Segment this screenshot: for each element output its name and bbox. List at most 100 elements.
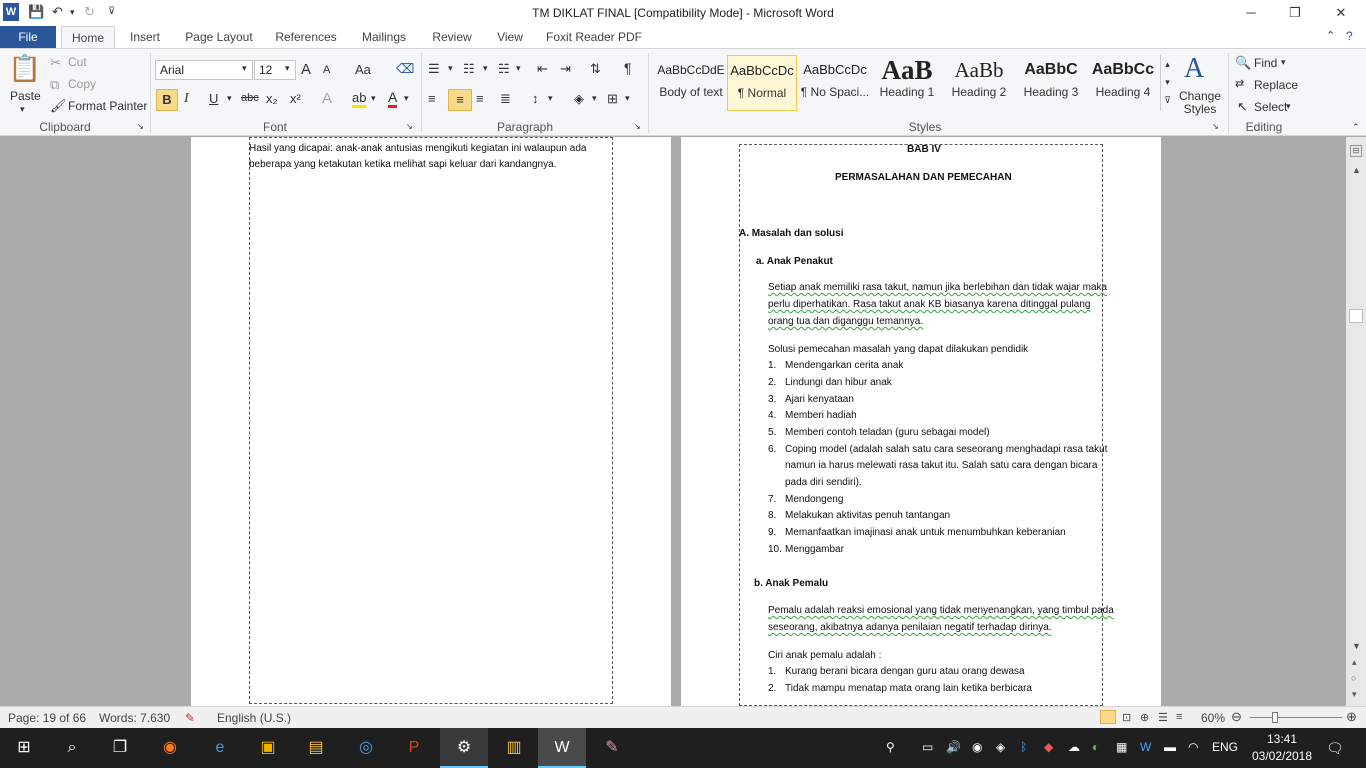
font-size-dropdown-icon[interactable]: ▾ [285, 63, 290, 74]
font-launcher-icon[interactable]: ↘ [406, 122, 413, 131]
file-explorer-icon[interactable]: ▤ [292, 728, 340, 768]
close-button[interactable]: ✕ [1318, 0, 1364, 26]
control-panel-icon[interactable]: ⚙ [440, 728, 488, 768]
collapse-ribbon-arrow-icon[interactable]: ⌃ [1352, 122, 1360, 133]
align-right-icon[interactable]: ≡ [476, 91, 484, 106]
superscript-button[interactable]: x² [290, 91, 301, 106]
tab-mailings[interactable]: Mailings [352, 26, 416, 48]
scroll-up-icon[interactable]: ▲ [1352, 165, 1361, 175]
style-heading-2[interactable]: AaBb Heading 2 [944, 55, 1014, 111]
bullets-dropdown-icon[interactable]: ▾ [448, 63, 453, 74]
web-layout-view-icon[interactable]: ⊕ [1140, 711, 1149, 724]
people-icon[interactable]: ⚲ [886, 740, 895, 754]
find-button[interactable]: Find [1254, 56, 1277, 70]
underline-button[interactable]: U [209, 91, 218, 106]
sort-icon[interactable]: ⇅ [590, 61, 601, 77]
bold-button[interactable]: B [156, 89, 178, 111]
paint-icon[interactable]: ✎ [588, 728, 636, 768]
style-body-of-text[interactable]: AaBbCcDdE Body of text [656, 55, 726, 111]
align-left-icon[interactable]: ≡ [428, 91, 436, 106]
change-styles-button[interactable]: Change Styles [1178, 90, 1222, 116]
zoom-level[interactable]: 60% [1201, 711, 1225, 725]
firefox-icon[interactable]: ◉ [146, 728, 194, 768]
select-dropdown-icon[interactable]: ▾ [1286, 101, 1291, 112]
store-icon[interactable]: ▣ [244, 728, 292, 768]
scroll-thumb[interactable] [1349, 309, 1363, 323]
subscript-button[interactable]: x₂ [266, 91, 278, 106]
strikethrough-button[interactable]: abc [241, 92, 259, 104]
powerpoint-icon[interactable]: P [390, 728, 438, 768]
zoom-in-icon[interactable]: ⊕ [1346, 709, 1357, 725]
security-icon[interactable]: ◆ [1044, 740, 1053, 754]
tab-foxit-reader-pdf[interactable]: Foxit Reader PDF [542, 26, 646, 48]
decrease-indent-icon[interactable]: ⇤ [537, 61, 548, 77]
word-taskbar-icon[interactable]: W [538, 728, 586, 768]
highlight-dropdown-icon[interactable]: ▾ [371, 93, 376, 104]
highlight-color-icon[interactable]: ab [352, 90, 367, 108]
cut-button[interactable]: Cut [68, 55, 87, 69]
previous-page-icon[interactable]: ▴ [1352, 657, 1357, 668]
underline-dropdown-icon[interactable]: ▾ [227, 93, 232, 104]
font-name-dropdown-icon[interactable]: ▾ [242, 63, 247, 74]
clear-formatting-icon[interactable]: ⌫ [396, 61, 414, 77]
numbering-icon[interactable]: ☷ [463, 61, 475, 77]
zoom-slider-thumb[interactable] [1272, 712, 1278, 723]
style-no-spacing[interactable]: AaBbCcDc ¶ No Spaci... [800, 55, 870, 111]
language[interactable]: English (U.S.) [217, 711, 291, 725]
restore-button[interactable]: ❐ [1272, 0, 1318, 26]
zoom-slider-track[interactable] [1250, 717, 1342, 718]
font-name-input[interactable]: Arial [155, 60, 253, 80]
next-page-icon[interactable]: ▾ [1352, 689, 1357, 700]
tab-review[interactable]: Review [424, 26, 480, 48]
input-language[interactable]: ENG [1212, 740, 1238, 754]
line-spacing-dropdown-icon[interactable]: ▾ [548, 93, 553, 104]
scroll-down-icon[interactable]: ▼ [1352, 641, 1361, 651]
page-right[interactable]: BAB IV PERMASALAHAN DAN PEMECAHAN A. Mas… [681, 137, 1161, 706]
select-button[interactable]: Select [1254, 100, 1287, 114]
notifications-icon[interactable]: 🗨 [1326, 740, 1344, 757]
tab-file[interactable]: File [0, 26, 56, 48]
borders-dropdown-icon[interactable]: ▾ [625, 93, 630, 104]
shrink-font-icon[interactable]: A [323, 64, 330, 76]
word-count[interactable]: Words: 7.630 [99, 711, 170, 725]
vertical-scrollbar[interactable]: ⊟ ▲ ▼ ▴ ○ ▾ [1346, 137, 1366, 706]
style-heading-1[interactable]: AaB Heading 1 [872, 55, 942, 111]
styles-launcher-icon[interactable]: ↘ [1212, 122, 1219, 131]
tray-app-icon[interactable]: ◉ [972, 740, 982, 754]
tray-app-icon[interactable]: ◈ [996, 740, 1005, 754]
battery-icon[interactable]: ▭ [922, 740, 933, 754]
multilevel-dropdown-icon[interactable]: ▾ [516, 63, 521, 74]
volume-icon[interactable]: 🔊 [946, 740, 961, 754]
styles-scroll-icon[interactable]: ▴ ▾ ⊽ [1160, 55, 1174, 111]
paragraph-launcher-icon[interactable]: ↘ [634, 122, 641, 131]
style-heading-3[interactable]: AaBbC Heading 3 [1016, 55, 1086, 111]
align-center-icon[interactable]: ≡ [448, 89, 472, 111]
line-spacing-icon[interactable]: ↕ [532, 91, 539, 106]
clipboard-launcher-icon[interactable]: ↘ [137, 122, 144, 131]
font-color-icon[interactable]: A [388, 89, 398, 108]
page-left[interactable]: Hasil yang dicapai: anak-anak antusias m… [191, 137, 671, 706]
minimize-button[interactable]: ─ [1228, 0, 1274, 26]
tab-insert[interactable]: Insert [121, 26, 169, 48]
multilevel-list-icon[interactable]: ☵ [498, 61, 510, 77]
format-painter-button[interactable]: Format Painter [68, 99, 147, 113]
tray-app-icon[interactable]: ◐ [1092, 740, 1099, 754]
wifi-icon[interactable]: ◠ [1188, 740, 1198, 754]
borders-icon[interactable]: ⊞ [607, 91, 618, 107]
help-icon[interactable]: ? [1346, 29, 1353, 47]
tray-app-icon[interactable]: ▦ [1116, 740, 1127, 754]
zoom-out-icon[interactable]: ⊖ [1231, 709, 1242, 725]
chrome-icon[interactable]: ◎ [342, 728, 390, 768]
paste-button[interactable]: Paste [10, 89, 41, 103]
clock-time[interactable]: 13:41 [1254, 732, 1310, 746]
search-icon[interactable]: ⌕ [48, 728, 96, 768]
tab-view[interactable]: View [488, 26, 532, 48]
start-icon[interactable]: ⊞ [0, 728, 48, 768]
numbering-dropdown-icon[interactable]: ▾ [483, 63, 488, 74]
clock-date[interactable]: 03/02/2018 [1250, 749, 1314, 763]
replace-button[interactable]: Replace [1254, 78, 1298, 92]
change-case-icon[interactable]: Aa [355, 62, 371, 77]
style-normal[interactable]: AaBbCcDc ¶ Normal [727, 55, 797, 111]
show-formatting-marks-icon[interactable]: ¶ [624, 60, 632, 76]
collapse-ribbon-icon[interactable]: ⌃ [1326, 29, 1335, 47]
